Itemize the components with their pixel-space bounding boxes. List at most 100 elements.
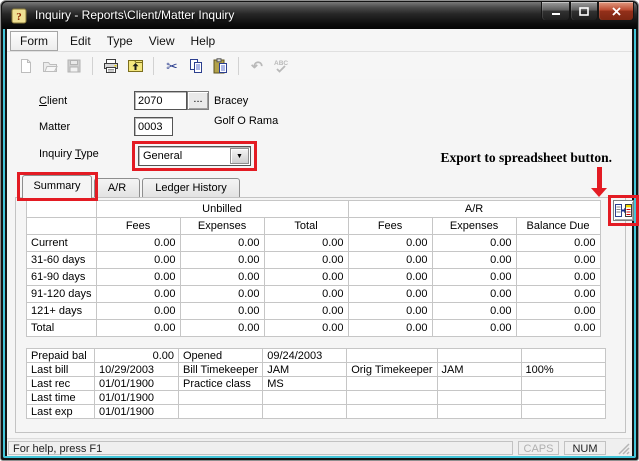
table-cell: Orig Timekeeper: [347, 363, 437, 377]
status-bar: For help, press F1 CAPS NUM: [7, 438, 632, 457]
table-cell: Practice class: [179, 377, 263, 391]
row-label: Last time: [27, 391, 95, 405]
table-row: 31-60 days0.000.000.000.000.000.00: [27, 252, 601, 269]
red-arrow: [597, 167, 602, 189]
row-label: Total: [27, 320, 97, 337]
table-cell: 0.00: [180, 320, 264, 337]
column-header: Balance Due: [516, 218, 600, 235]
table-cell: [179, 405, 263, 419]
title-bar[interactable]: ? Inquiry - Reports\Client/Matter Inquir…: [2, 2, 637, 29]
caps-indicator: CAPS: [518, 441, 559, 455]
table-cell: 0.00: [432, 252, 516, 269]
table-cell: MS: [263, 377, 347, 391]
column-header: Fees: [96, 218, 180, 235]
table-cell: [27, 201, 97, 218]
red-arrow-head: [591, 188, 607, 197]
table-cell: [347, 377, 437, 391]
table-cell: 09/24/2003: [263, 349, 347, 363]
window-title: Inquiry - Reports\Client/Matter Inquiry: [35, 8, 234, 22]
export-to-spreadsheet-button[interactable]: [613, 200, 634, 221]
group-header-row: UnbilledA/R: [27, 201, 601, 218]
table-cell: 0.00: [96, 286, 180, 303]
menu-edit[interactable]: Edit: [62, 32, 99, 50]
minimize-button[interactable]: [541, 2, 570, 21]
menu-view[interactable]: View: [141, 32, 183, 50]
table-cell: 0.00: [516, 269, 600, 286]
tab-ar[interactable]: A/R: [94, 178, 140, 198]
row-label: Last rec: [27, 377, 95, 391]
table-row: Current0.000.000.000.000.000.00: [27, 235, 601, 252]
menu-type[interactable]: Type: [99, 32, 141, 50]
table-cell: [521, 349, 605, 363]
table-cell: [347, 349, 437, 363]
matter-input[interactable]: [134, 117, 173, 136]
row-label: 121+ days: [27, 303, 97, 320]
inquiry-type-label: Inquiry Type: [39, 148, 99, 160]
print-icon[interactable]: [100, 55, 122, 77]
table-cell: 0.00: [264, 235, 348, 252]
table-cell: 0.00: [264, 303, 348, 320]
client-input[interactable]: [134, 91, 187, 110]
table-cell: 0.00: [516, 303, 600, 320]
inquiry-type-value: General: [139, 147, 229, 165]
table-row: Last exp01/01/1900: [27, 405, 606, 419]
spell-check-icon[interactable]: ABC: [270, 55, 292, 77]
table-cell: [263, 405, 347, 419]
inquiry-question-icon: ?: [11, 8, 27, 24]
row-label: Last exp: [27, 405, 95, 419]
table-cell: 0.00: [432, 320, 516, 337]
group-header: A/R: [348, 201, 600, 218]
open-icon[interactable]: [39, 55, 61, 77]
paste-icon[interactable]: [209, 55, 231, 77]
save-icon[interactable]: [63, 55, 85, 77]
menu-form[interactable]: Form: [10, 31, 58, 51]
table-cell: 0.00: [432, 286, 516, 303]
menu-help[interactable]: Help: [183, 32, 224, 50]
folder-up-icon[interactable]: [124, 55, 146, 77]
table-cell: 0.00: [432, 269, 516, 286]
table-row: Total0.000.000.000.000.000.00: [27, 320, 601, 337]
table-cell: [437, 377, 521, 391]
resize-grip-icon[interactable]: [617, 442, 630, 455]
copy-icon[interactable]: [185, 55, 207, 77]
column-header: [27, 218, 97, 235]
maximize-button[interactable]: [570, 2, 598, 21]
table-cell: 0.00: [348, 303, 432, 320]
table-cell: [437, 349, 521, 363]
table-row: Last time01/01/1900: [27, 391, 606, 405]
client-browse-button[interactable]: ...: [187, 91, 209, 110]
table-cell: [521, 391, 605, 405]
undo-icon[interactable]: ↶: [246, 55, 268, 77]
table-cell: 0.00: [348, 286, 432, 303]
summary-table: UnbilledA/RFeesExpensesTotalFeesExpenses…: [26, 200, 601, 337]
row-label: 91-120 days: [27, 286, 97, 303]
cut-icon[interactable]: ✂: [161, 55, 183, 77]
table-cell: Opened: [179, 349, 263, 363]
svg-text:?: ?: [16, 11, 22, 23]
table-cell: 0.00: [180, 286, 264, 303]
table-cell: [521, 405, 605, 419]
table-cell: 0.00: [432, 235, 516, 252]
toolbar-separator: [238, 57, 239, 75]
close-button[interactable]: [598, 2, 634, 21]
table-row: 121+ days0.000.000.000.000.000.00: [27, 303, 601, 320]
inquiry-type-dropdown[interactable]: General ▼: [138, 146, 251, 166]
menu-bar: Form Edit Type View Help: [7, 29, 632, 52]
row-label: 61-90 days: [27, 269, 97, 286]
window-controls: [541, 2, 634, 21]
table-row: 61-90 days0.000.000.000.000.000.00: [27, 269, 601, 286]
table-cell: 0.00: [96, 235, 180, 252]
table-cell: 0.00: [180, 252, 264, 269]
status-message: For help, press F1: [8, 441, 513, 455]
table-cell: 0.00: [516, 320, 600, 337]
export-annotation-text: Export to spreadsheet button.: [440, 150, 612, 166]
table-cell: 0.00: [348, 252, 432, 269]
chevron-down-icon[interactable]: ▼: [230, 148, 249, 164]
tab-ledger-history[interactable]: Ledger History: [142, 178, 240, 198]
row-label: Last bill: [27, 363, 95, 377]
matter-label: Matter: [39, 121, 70, 133]
tab-summary[interactable]: Summary: [22, 175, 92, 198]
table-cell: 0.00: [180, 235, 264, 252]
table-cell: 100%: [521, 363, 605, 377]
new-document-icon[interactable]: [15, 55, 37, 77]
